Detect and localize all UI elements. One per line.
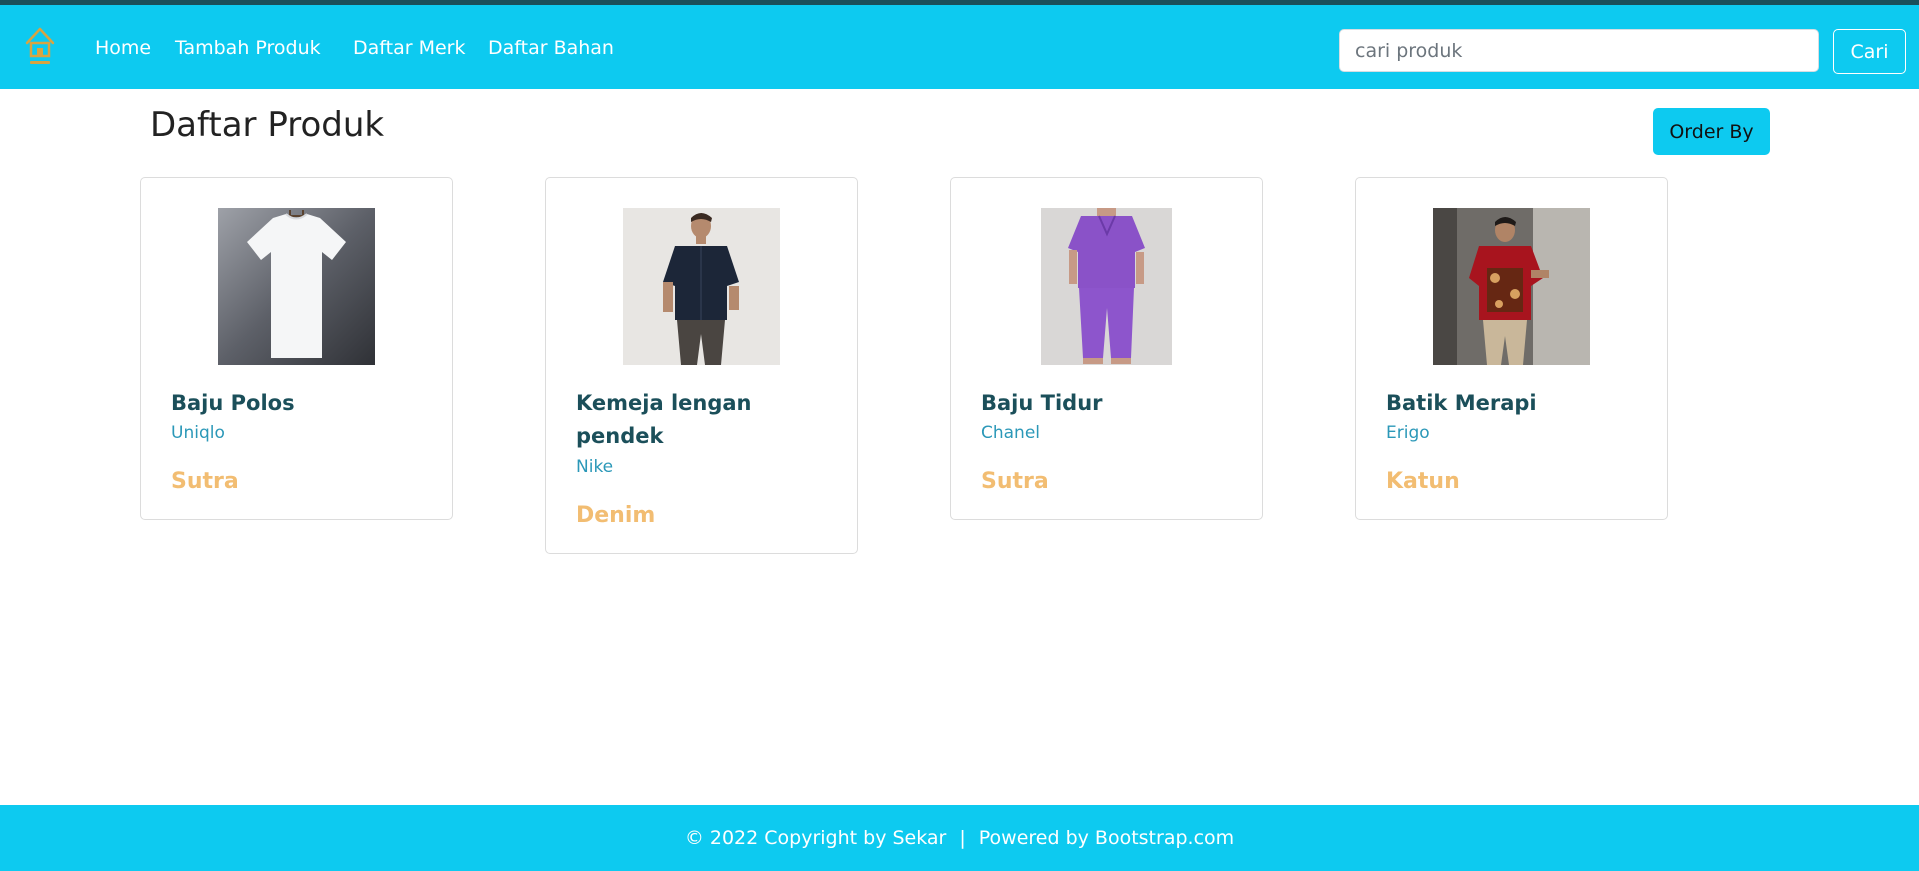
product-name: Baju Polos — [171, 391, 295, 415]
product-material: Sutra — [981, 469, 1049, 494]
product-card[interactable]: Baju Polos Uniqlo Sutra — [140, 177, 453, 520]
footer: © 2022 Copyright by Sekar | Powered by B… — [0, 805, 1919, 871]
powered-by-text: Powered by Bootstrap.com — [978, 827, 1235, 849]
copyright-text: © 2022 Copyright by Sekar — [684, 827, 947, 849]
search-input[interactable] — [1339, 29, 1819, 72]
product-brand: Uniqlo — [171, 423, 225, 443]
navbar: Home Tambah Produk Daftar Merk Daftar Ba… — [0, 5, 1919, 89]
product-card[interactable]: Batik Merapi Erigo Katun — [1355, 177, 1668, 520]
purple-pajamas-photo — [1041, 208, 1172, 365]
product-name: Batik Merapi — [1386, 391, 1537, 415]
product-brand: Nike — [576, 457, 614, 477]
nav-link-home[interactable]: Home — [95, 36, 151, 60]
product-card[interactable]: Kemeja lengan pendek Nike Denim — [545, 177, 858, 554]
product-brand: Erigo — [1386, 423, 1430, 443]
nav-link-daftar-merk[interactable]: Daftar Merk — [353, 36, 465, 60]
nav-link-daftar-bahan[interactable]: Daftar Bahan — [488, 36, 614, 60]
product-name: Kemeja lengan pendek — [576, 391, 752, 448]
home-icon[interactable] — [23, 23, 57, 71]
red-batik-shirt-photo — [1433, 208, 1590, 365]
product-material: Denim — [576, 503, 656, 528]
white-tshirt-photo — [218, 208, 375, 365]
nav-link-tambah-produk[interactable]: Tambah Produk — [175, 36, 321, 60]
footer-separator: | — [959, 827, 966, 849]
product-brand: Chanel — [981, 423, 1041, 443]
product-material: Sutra — [171, 469, 239, 494]
product-material: Katun — [1386, 469, 1460, 494]
product-card[interactable]: Baju Tidur Chanel Sutra — [950, 177, 1263, 520]
page-title: Daftar Produk — [150, 105, 385, 145]
order-by-button[interactable]: Order By — [1653, 108, 1770, 155]
search-button[interactable]: Cari — [1833, 29, 1906, 74]
navy-short-sleeve-shirt-photo — [623, 208, 780, 365]
product-name: Baju Tidur — [981, 391, 1103, 415]
